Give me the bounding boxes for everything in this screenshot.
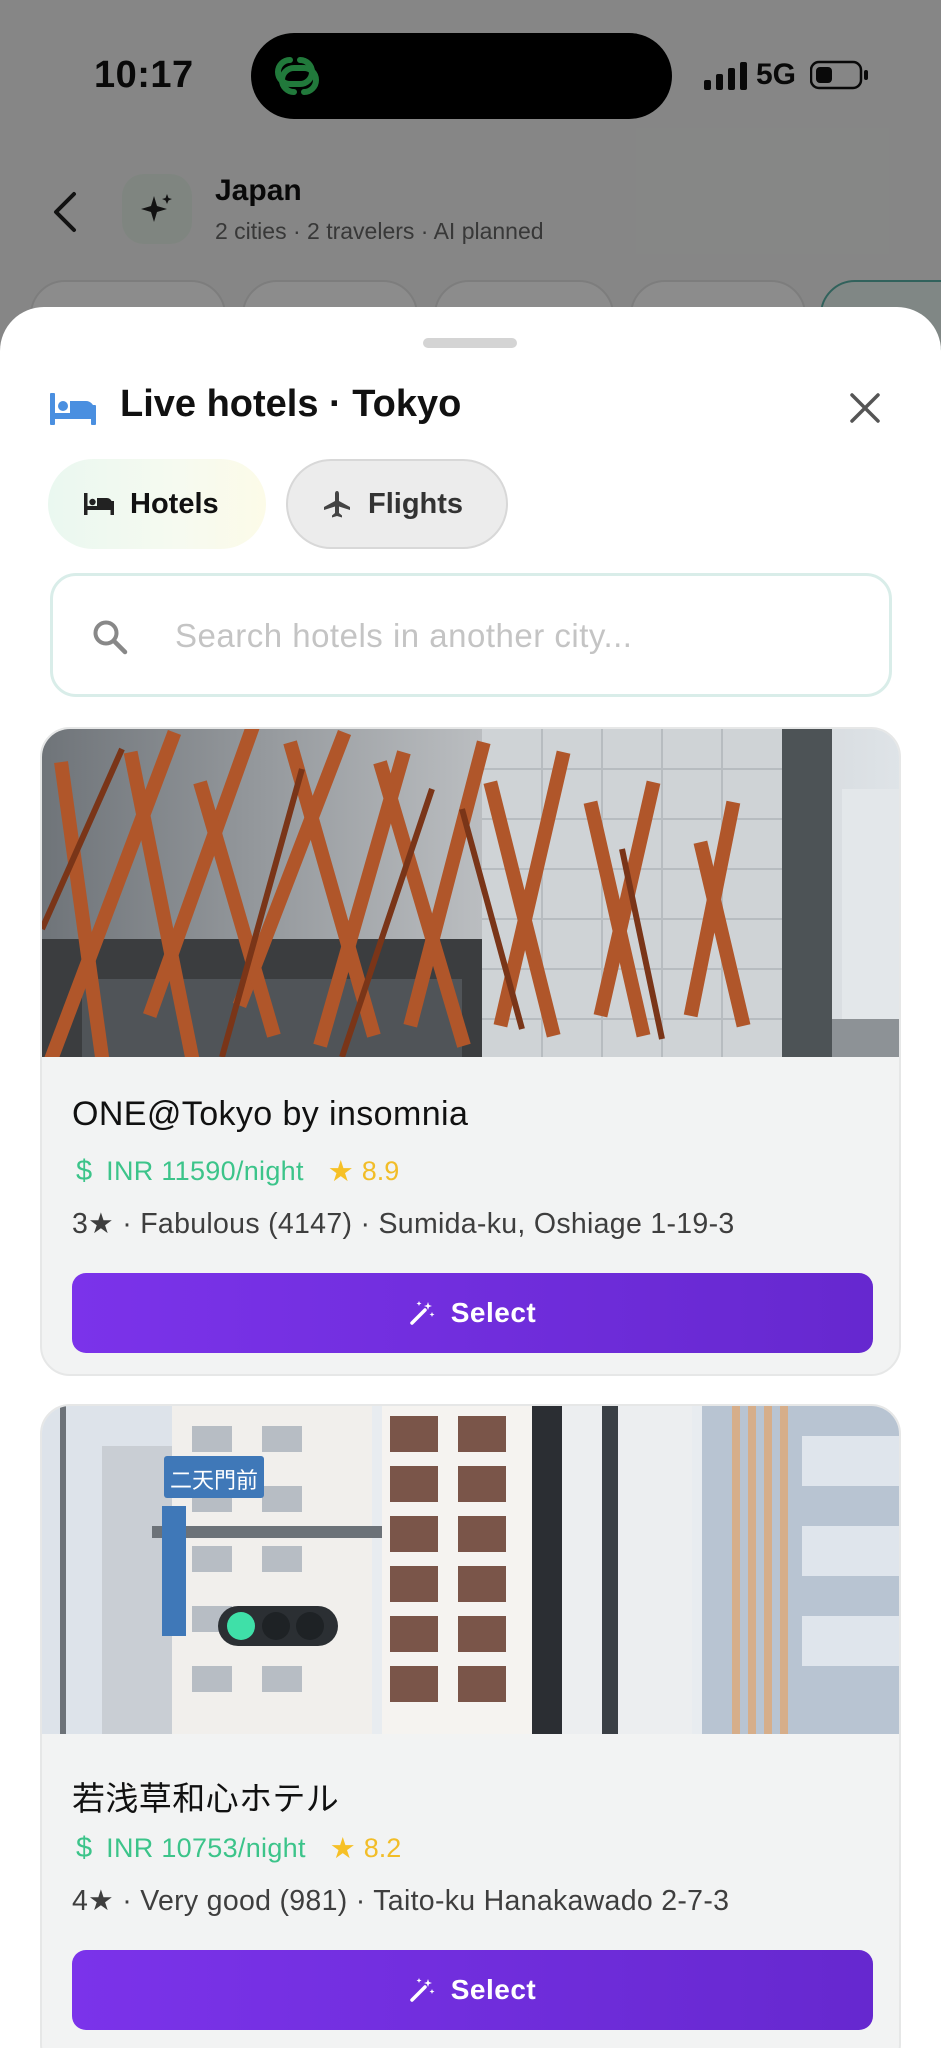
hotels-sheet: Live hotels · Tokyo Hotels Flights Searc… bbox=[0, 307, 941, 2048]
sheet-header: Live hotels · Tokyo bbox=[0, 377, 941, 447]
hotel-name: 若浅草和心ホテル bbox=[72, 1779, 340, 1818]
hotel-meta: 4★ · Very good (981) · Taito-ku Hanakawa… bbox=[72, 1885, 730, 1917]
magic-wand-icon bbox=[410, 1978, 435, 2002]
select-button-label: Select bbox=[450, 1974, 537, 2005]
search-icon bbox=[93, 620, 128, 655]
plane-icon bbox=[324, 491, 350, 518]
bed-icon bbox=[50, 393, 96, 425]
hotel-photo: 二天門前 bbox=[42, 1406, 899, 1734]
select-hotel-button[interactable]: Select bbox=[72, 1950, 873, 2030]
drag-handle[interactable] bbox=[423, 338, 517, 348]
dollar-icon: $ bbox=[76, 1831, 93, 1864]
select-hotel-button[interactable]: Select bbox=[72, 1273, 873, 1353]
hotel-meta: 3★ · Fabulous (4147) · Sumida-ku, Oshiag… bbox=[72, 1208, 735, 1240]
tab-flights-label: Flights bbox=[368, 487, 464, 520]
star-icon: ★ bbox=[327, 1155, 354, 1188]
hotel-price: INR 10753/night bbox=[106, 1832, 306, 1863]
street-sign-text: 二天門前 bbox=[170, 1469, 258, 1494]
hotel-price: INR 11590/night bbox=[106, 1155, 304, 1186]
hotel-photo bbox=[42, 729, 899, 1057]
sheet-title: Live hotels · Tokyo bbox=[120, 383, 462, 425]
dollar-icon: $ bbox=[76, 1154, 93, 1187]
price-rating-row: $ INR 11590/night ★ 8.9 bbox=[72, 1153, 399, 1189]
star-icon: ★ bbox=[329, 1832, 356, 1865]
hotel-card: ONE@Tokyo by insomnia $ INR 11590/night … bbox=[40, 727, 901, 1376]
bed-icon bbox=[84, 493, 114, 515]
hotel-rating: 8.9 bbox=[361, 1155, 400, 1186]
close-icon[interactable] bbox=[848, 391, 882, 425]
tab-hotels[interactable]: Hotels bbox=[48, 459, 266, 549]
magic-wand-icon bbox=[410, 1301, 435, 1325]
hotel-name: ONE@Tokyo by insomnia bbox=[72, 1095, 469, 1133]
hotel-rating: 8.2 bbox=[363, 1832, 402, 1863]
search-input[interactable] bbox=[175, 596, 855, 676]
tab-hotels-label: Hotels bbox=[130, 487, 219, 520]
city-search bbox=[50, 573, 892, 697]
select-button-label: Select bbox=[450, 1297, 537, 1328]
price-rating-row: $ INR 10753/night ★ 8.2 bbox=[72, 1830, 401, 1866]
tab-flights[interactable]: Flights bbox=[286, 459, 508, 549]
hotel-card: 二天門前 若浅草和心ホテル $ INR 10753/night ★ 8.2 4★… bbox=[40, 1404, 901, 2048]
